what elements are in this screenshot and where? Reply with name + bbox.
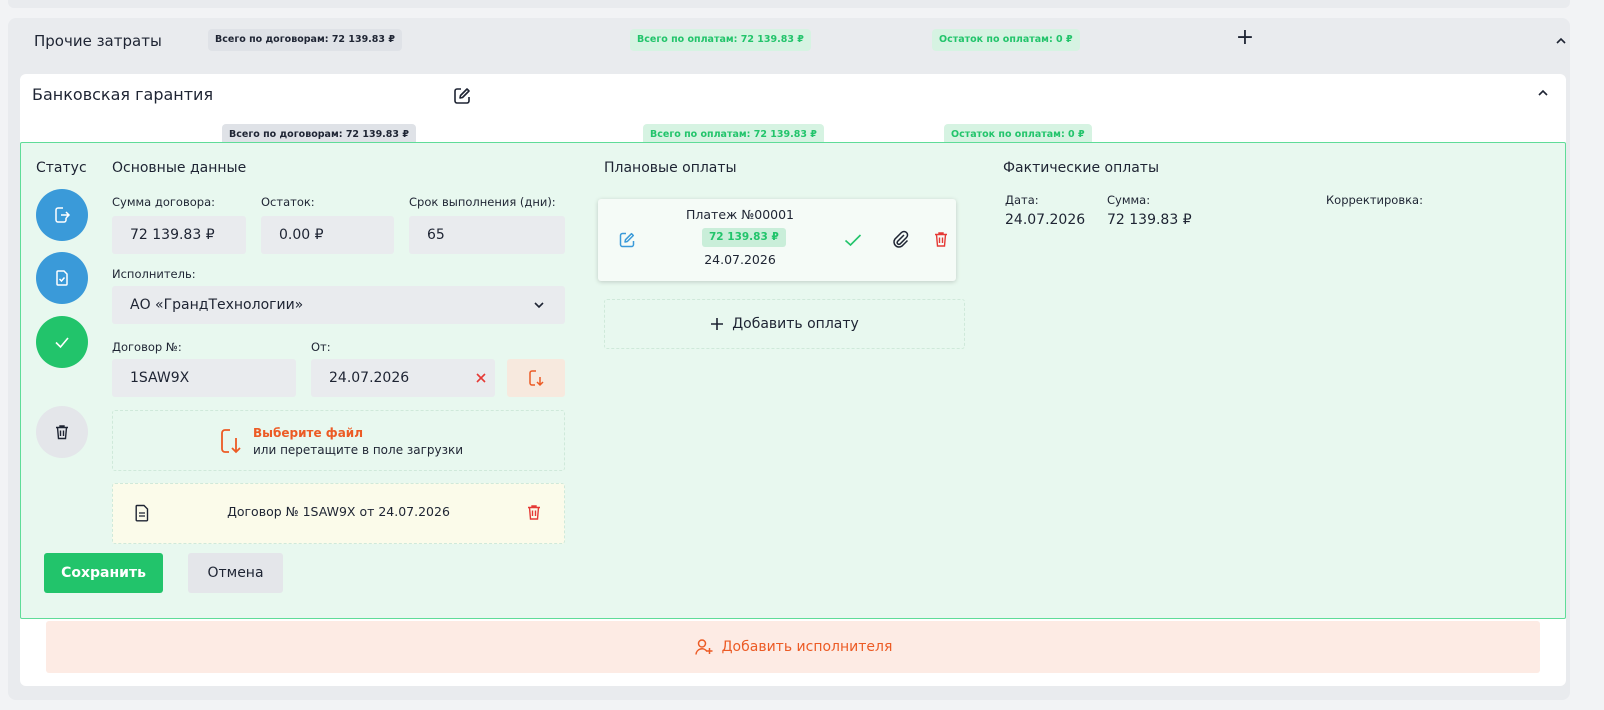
- file-drop-zone[interactable]: [112, 410, 565, 471]
- collapse-chevron-icon[interactable]: [1536, 86, 1552, 102]
- attached-file-name[interactable]: Договор № 1SAW9X от 24.07.2026: [112, 504, 565, 519]
- total-contracts-badge: Всего по договорам: 72 139.83 ₽: [208, 29, 402, 51]
- actual-sum-value: 72 139.83 ₽: [1107, 212, 1192, 228]
- card-title: Банковская гарантия: [32, 85, 214, 104]
- contract-sum-label: Сумма договора:: [112, 195, 215, 209]
- term-field[interactable]: 65: [409, 216, 565, 254]
- status-heading: Статус: [36, 160, 87, 176]
- delete-button[interactable]: [36, 406, 88, 458]
- section-title: Прочие затраты: [34, 32, 162, 50]
- clear-icon[interactable]: [475, 372, 487, 384]
- add-plus-icon[interactable]: +: [1234, 27, 1256, 50]
- upload-file-button[interactable]: [507, 359, 565, 397]
- actual-payments-heading: Фактические оплаты: [1003, 160, 1159, 176]
- delete-payment-icon[interactable]: [933, 230, 949, 248]
- confirm-check-icon[interactable]: [843, 231, 863, 249]
- remaining-payments-badge: Остаток по оплатам: 0 ₽: [932, 29, 1080, 51]
- main-data-heading: Основные данные: [112, 160, 247, 176]
- status-signed-button[interactable]: [36, 252, 88, 304]
- term-label: Срок выполнения (дни):: [409, 195, 556, 209]
- edit-icon[interactable]: [452, 86, 472, 106]
- upload-choose-link[interactable]: Выберите файл: [253, 426, 363, 440]
- executor-label: Исполнитель:: [112, 267, 196, 281]
- payment-title: Платеж №00001: [685, 207, 795, 222]
- payment-date: 24.07.2026: [704, 252, 776, 267]
- status-completed-button[interactable]: [36, 316, 88, 368]
- date-from-value: 24.07.2026: [329, 370, 410, 386]
- contract-number-field[interactable]: 1SAW9X: [112, 359, 296, 397]
- file-upload-icon: [218, 427, 244, 455]
- edit-payment-icon[interactable]: [618, 231, 636, 249]
- add-payment-button[interactable]: Добавить оплату: [604, 299, 965, 349]
- executor-select[interactable]: АО «ГрандТехнологии»: [112, 286, 565, 324]
- add-user-icon: [694, 637, 714, 657]
- remainder-field[interactable]: 0.00 ₽: [261, 216, 394, 254]
- contract-number-label: Договор №:: [112, 340, 182, 354]
- top-strip: [8, 0, 1570, 8]
- actual-date-label: Дата:: [1005, 193, 1039, 207]
- save-button[interactable]: Сохранить: [44, 553, 163, 593]
- date-from-label: От:: [311, 340, 331, 354]
- upload-hint: или перетащите в поле загрузки: [253, 443, 464, 457]
- add-executor-label: Добавить исполнителя: [721, 639, 893, 655]
- chevron-down-icon: [533, 300, 545, 310]
- actual-sum-label: Сумма:: [1107, 193, 1151, 207]
- date-from-field[interactable]: 24.07.2026: [311, 359, 495, 397]
- status-sent-button[interactable]: [36, 189, 88, 241]
- attach-paperclip-icon[interactable]: [890, 229, 910, 249]
- add-executor-button[interactable]: Добавить исполнителя: [46, 621, 1540, 673]
- correction-label: Корректировка:: [1326, 193, 1423, 207]
- delete-file-icon[interactable]: [526, 503, 542, 521]
- contract-sum-field[interactable]: 72 139.83 ₽: [112, 216, 246, 254]
- total-payments-badge: Всего по оплатам: 72 139.83 ₽: [630, 29, 811, 51]
- actual-date-value: 24.07.2026: [1005, 212, 1086, 228]
- plus-icon: [710, 317, 724, 331]
- cancel-button[interactable]: Отмена: [188, 553, 283, 593]
- executor-value: АО «ГрандТехнологии»: [130, 297, 304, 313]
- remainder-label: Остаток:: [261, 195, 315, 209]
- planned-payments-heading: Плановые оплаты: [604, 160, 737, 176]
- add-payment-label: Добавить оплату: [732, 316, 859, 332]
- payment-amount-badge: 72 139.83 ₽: [702, 228, 786, 247]
- collapse-chevron-icon[interactable]: [1554, 34, 1570, 50]
